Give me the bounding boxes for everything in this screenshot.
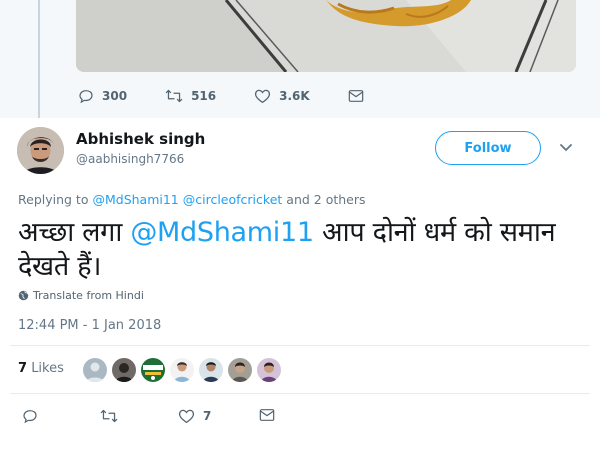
tweet-actions: 7 [22,408,582,428]
chevron-down-icon [560,144,572,152]
retweet-count: 516 [191,89,217,103]
reply-to-link[interactable]: @circleofcricket [183,192,283,207]
reply-count: 300 [102,89,128,103]
message-icon [348,90,363,102]
reply-button[interactable]: 300 [78,88,127,104]
liker-avatar[interactable] [112,358,136,382]
like-button[interactable]: 3.6K [254,88,310,104]
author-avatar[interactable] [17,127,64,174]
previous-tweet-actions: 300 516 3.6K [78,86,410,106]
more-options-button[interactable] [558,140,574,156]
like-count: 7 [203,409,212,423]
replying-prefix: Replying to [18,192,89,207]
direct-message-button[interactable] [348,89,372,103]
like-count: 3.6K [279,89,310,103]
tweet-timestamp[interactable]: 12:44 PM - 1 Jan 2018 [18,318,161,333]
liker-avatar[interactable] [199,358,223,382]
message-icon [259,409,275,421]
mention-link[interactable]: @MdShami11 [130,217,314,248]
direct-message-button[interactable] [259,408,283,422]
divider [10,393,590,394]
translate-label: Translate from Hindi [33,289,144,302]
replying-to: Replying to @MdShami11 @circleofcricket … [18,192,366,207]
heart-icon [178,409,195,424]
follow-button[interactable]: Follow [435,131,541,165]
reply-others[interactable]: and 2 others [286,192,365,207]
retweet-button[interactable] [100,408,126,424]
retweet-icon [100,409,118,423]
liker-avatar[interactable] [228,358,252,382]
liker-avatar[interactable] [141,358,165,382]
likes-count[interactable]: 7 Likes [18,361,64,376]
liker-avatar[interactable] [83,358,107,382]
reply-button[interactable] [22,408,46,424]
likes-label: Likes [31,361,64,376]
reply-to-link[interactable]: @MdShami11 [92,192,178,207]
tweet-text: अच्छा लगा @MdShami11 आप दोनों धर्म को सम… [18,216,578,284]
tweet-text-part: अच्छा लगा [18,217,131,248]
author-handle[interactable]: @aabhisingh7766 [76,152,184,166]
author-name[interactable]: Abhishek singh [76,130,205,148]
previous-tweet: 300 516 3.6K [0,0,600,118]
reply-icon [23,410,37,424]
retweet-button[interactable]: 516 [165,88,216,104]
retweet-icon [165,89,183,103]
translate-link[interactable]: Translate from Hindi [18,289,144,302]
reply-icon [79,90,93,104]
thread-connector [38,0,40,118]
liker-avatar[interactable] [170,358,194,382]
heart-icon [255,89,271,104]
like-button[interactable]: 7 [178,408,211,424]
liker-avatar[interactable] [257,358,281,382]
globe-icon [18,290,29,301]
likes-number: 7 [18,361,28,376]
divider [10,345,590,346]
tweet-media-image[interactable] [76,0,576,72]
likers-avatars [83,358,286,382]
